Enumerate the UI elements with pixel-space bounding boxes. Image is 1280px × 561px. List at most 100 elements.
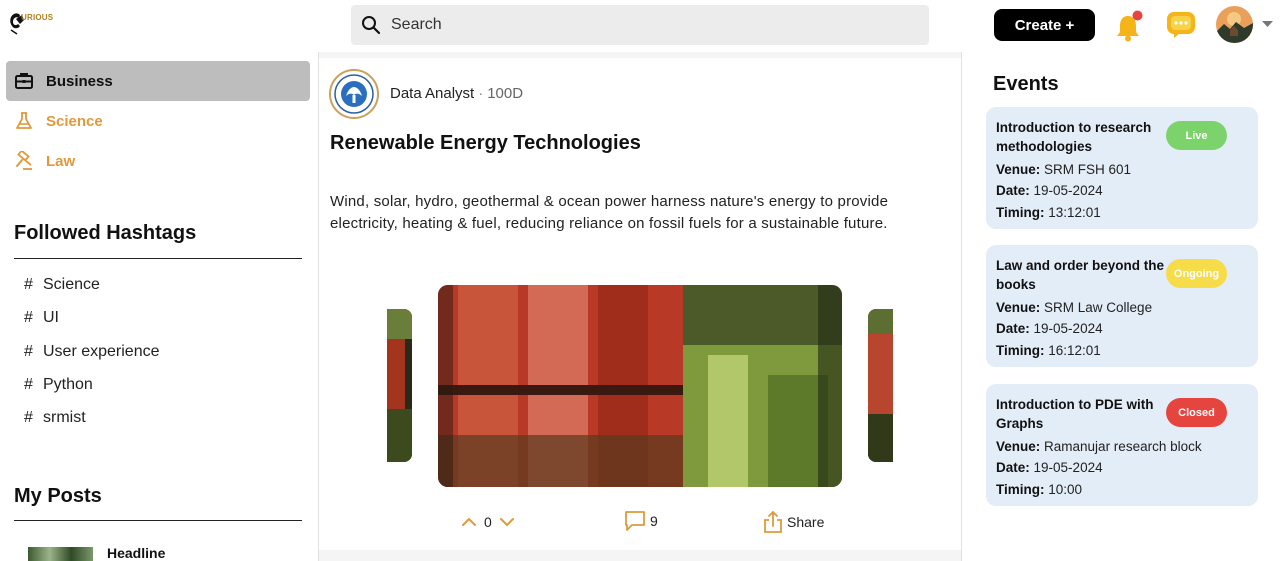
hash-symbol: # xyxy=(24,276,33,293)
venue-value: SRM FSH 601 xyxy=(1044,162,1132,177)
top-bar: URIOUS Create + xyxy=(0,0,1280,52)
create-button[interactable]: Create + xyxy=(994,9,1095,41)
share-button[interactable]: Share xyxy=(763,510,824,534)
timing-value: 13:12:01 xyxy=(1048,205,1101,220)
venue-label: Venue: xyxy=(996,162,1041,177)
category-business[interactable]: Business xyxy=(6,61,310,101)
event-title: Law and order beyond the books xyxy=(996,258,1165,292)
post-author[interactable]: Data Analyst xyxy=(390,85,474,102)
date-label: Date: xyxy=(996,321,1030,336)
logo-text: URIOUS xyxy=(21,13,54,22)
hash-symbol: # xyxy=(24,309,33,326)
timing-label: Timing: xyxy=(996,205,1045,220)
hashtag-item[interactable]: # Python xyxy=(24,376,93,394)
date-label: Date: xyxy=(996,460,1030,475)
hashtag-label: Science xyxy=(43,276,100,293)
date-value: 19-05-2024 xyxy=(1033,321,1103,336)
post-author-line: Data Analyst · 100D xyxy=(390,85,523,102)
comment-icon xyxy=(625,511,645,531)
hashtag-label: UI xyxy=(43,309,59,326)
hashtag-item[interactable]: # User experience xyxy=(24,343,160,361)
event-date: Date: 19-05-2024 xyxy=(996,321,1103,336)
post-age: 100D xyxy=(487,85,524,102)
category-label: Law xyxy=(46,152,76,170)
downvote-icon[interactable] xyxy=(499,517,514,527)
date-value: 19-05-2024 xyxy=(1033,183,1103,198)
venue-label: Venue: xyxy=(996,300,1041,315)
vote-control: 0 xyxy=(462,514,514,530)
event-card[interactable]: Law and order beyond the books Ongoing V… xyxy=(986,245,1258,367)
left-sidebar: Business Science Law Followed Hashtags #… xyxy=(0,52,318,561)
venue-value: SRM Law College xyxy=(1044,300,1153,315)
event-title: Introduction to PDE with Graphs xyxy=(996,397,1154,431)
carousel-next-image[interactable] xyxy=(868,309,893,462)
gavel-icon xyxy=(16,151,32,170)
event-title: Introduction to research methodologies xyxy=(996,120,1152,154)
post-card: Data Analyst · 100D Renewable Energy Techn… xyxy=(319,58,961,550)
event-timing: Timing: 16:12:01 xyxy=(996,343,1101,358)
status-badge: Ongoing xyxy=(1166,259,1227,288)
event-date: Date: 19-05-2024 xyxy=(996,460,1103,475)
hash-symbol: # xyxy=(24,376,33,393)
chat-icon[interactable] xyxy=(1166,11,1196,39)
share-icon xyxy=(764,510,782,533)
my-post-headline[interactable]: Headline xyxy=(107,545,165,561)
status-badge: Live xyxy=(1166,121,1227,150)
share-label: Share xyxy=(787,514,825,530)
category-science[interactable]: Science xyxy=(6,101,310,141)
search-icon xyxy=(362,16,381,35)
hash-symbol: # xyxy=(24,343,33,360)
hashtag-label: srmist xyxy=(43,409,86,426)
flask-icon xyxy=(16,112,32,129)
divider xyxy=(14,258,302,259)
event-timing: Timing: 13:12:01 xyxy=(996,205,1101,220)
event-date: Date: 19-05-2024 xyxy=(996,183,1103,198)
my-post-thumbnail[interactable] xyxy=(28,547,93,561)
events-title: Events xyxy=(993,73,1059,95)
search-bar[interactable] xyxy=(351,5,929,45)
followed-hashtags-title: Followed Hashtags xyxy=(14,222,197,244)
post-image[interactable] xyxy=(438,285,842,487)
hashtag-label: Python xyxy=(43,376,93,393)
status-badge: Closed xyxy=(1166,398,1227,427)
user-avatar[interactable] xyxy=(1216,6,1253,43)
vote-count: 0 xyxy=(484,514,492,530)
comment-count: 9 xyxy=(650,513,658,529)
post-actions: 0 9 Share xyxy=(319,510,961,536)
chevron-down-icon[interactable] xyxy=(1262,20,1273,28)
post-title[interactable]: Renewable Energy Technologies xyxy=(330,132,641,155)
app-logo[interactable]: URIOUS xyxy=(0,0,60,45)
hashtag-item[interactable]: # srmist xyxy=(24,409,86,427)
timing-label: Timing: xyxy=(996,343,1045,358)
category-label: Business xyxy=(46,72,113,90)
venue-value: Ramanujar research block xyxy=(1044,439,1202,454)
event-card[interactable]: Introduction to research methodologies L… xyxy=(986,107,1258,229)
timing-label: Timing: xyxy=(996,482,1045,497)
date-value: 19-05-2024 xyxy=(1033,460,1103,475)
event-card[interactable]: Introduction to PDE with Graphs Closed V… xyxy=(986,384,1258,506)
timing-value: 16:12:01 xyxy=(1048,343,1101,358)
event-venue: Venue: SRM FSH 601 xyxy=(996,162,1131,177)
event-timing: Timing: 10:00 xyxy=(996,482,1082,497)
hash-symbol: # xyxy=(24,409,33,426)
hashtag-label: User experience xyxy=(43,343,160,360)
event-venue: Venue: SRM Law College xyxy=(996,300,1152,315)
events-sidebar: Events Introduction to research methodol… xyxy=(962,52,1280,561)
organization-logo-icon[interactable] xyxy=(329,69,379,119)
venue-label: Venue: xyxy=(996,439,1041,454)
comment-button[interactable]: 9 xyxy=(624,510,658,532)
hashtag-item[interactable]: # Science xyxy=(24,276,100,294)
search-input[interactable] xyxy=(391,5,911,45)
divider xyxy=(14,520,302,521)
separator: · xyxy=(478,85,484,102)
hashtag-item[interactable]: # UI xyxy=(24,309,59,327)
notification-bell-icon[interactable] xyxy=(1114,10,1144,42)
timing-value: 10:00 xyxy=(1048,482,1083,497)
carousel-prev-image[interactable] xyxy=(387,309,412,462)
upvote-icon[interactable] xyxy=(462,517,476,527)
event-venue: Venue: Ramanujar research block xyxy=(996,439,1202,454)
category-law[interactable]: Law xyxy=(6,141,310,181)
my-posts-title: My Posts xyxy=(14,485,102,507)
date-label: Date: xyxy=(996,183,1030,198)
category-label: Science xyxy=(46,112,103,130)
